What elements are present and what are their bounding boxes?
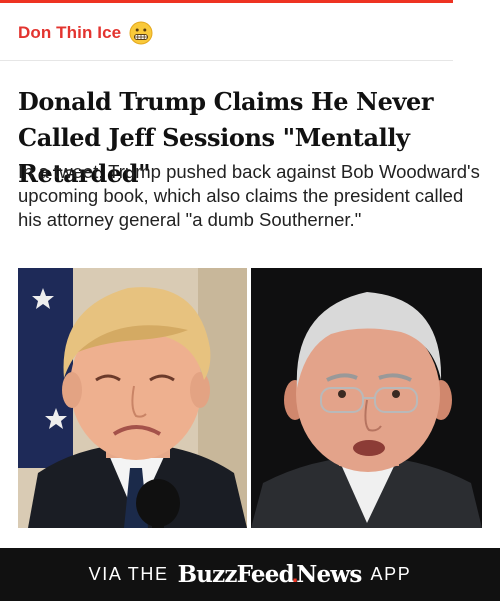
section-header[interactable]: Don Thin Ice — [18, 20, 153, 46]
footer-app-banner[interactable]: VIA THE BuzzFeed . News APP — [0, 548, 500, 601]
logo-news: News — [296, 561, 362, 588]
article-dek: In a tweet, Trump pushed back against Bo… — [18, 161, 480, 230]
buzzfeed-news-logo: BuzzFeed . News — [177, 561, 363, 588]
top-accent-bar — [0, 0, 453, 3]
footer-app-text: APP — [370, 564, 412, 584]
trump-photo[interactable] — [18, 268, 247, 528]
section-label[interactable]: Don Thin Ice — [18, 23, 121, 43]
logo-buzzfeed: BuzzFeed — [177, 561, 295, 588]
footer-via-text: VIA THE — [88, 564, 169, 584]
grimacing-face-icon — [129, 21, 153, 45]
header-divider — [0, 60, 453, 61]
sessions-photo[interactable] — [251, 268, 482, 528]
